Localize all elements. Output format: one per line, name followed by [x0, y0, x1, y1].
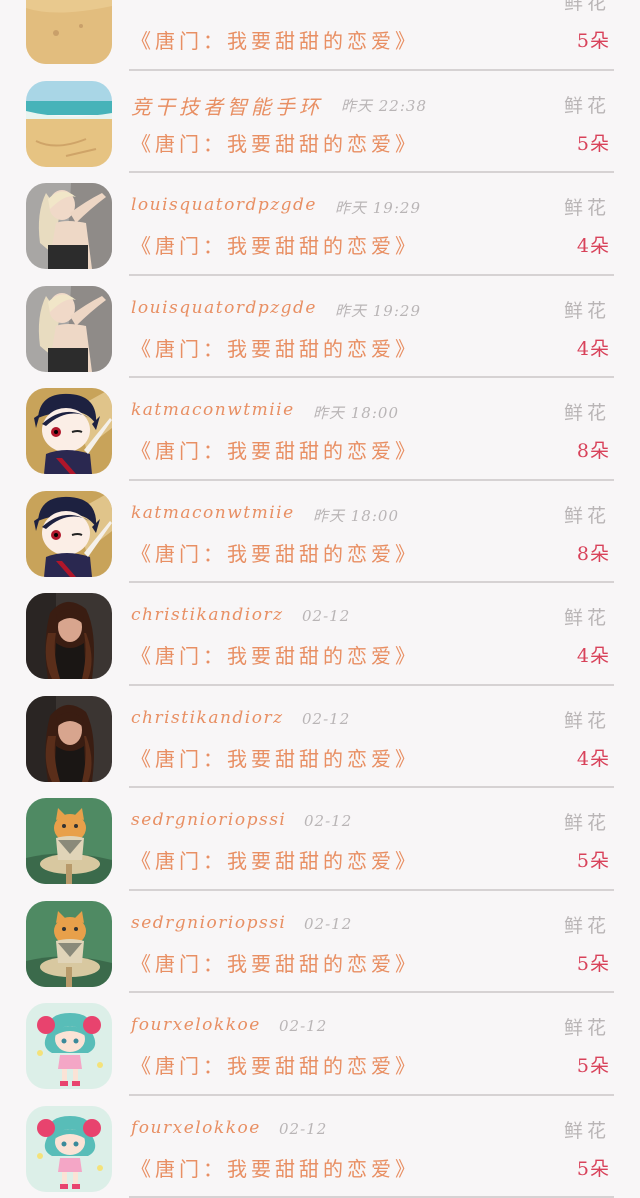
gift-record-list: 鲜花《唐门：我要甜甜的恋爱》5朵竞干技者智能手环昨天 22:38鲜花《唐门：我要…	[0, 0, 640, 1198]
drama-title[interactable]: 《唐门：我要甜甜的恋爱》	[131, 1153, 419, 1182]
flower-count: 5朵	[577, 1154, 610, 1181]
drama-title[interactable]: 《唐门：我要甜甜的恋爱》	[131, 435, 419, 464]
gift-type-label: 鲜花	[564, 0, 610, 15]
user-name[interactable]: christikandiorz	[131, 605, 284, 625]
beach-sand-avatar-image	[26, 0, 112, 64]
user-name[interactable]: 竞干技者智能手环	[131, 91, 323, 120]
gift-record-row[interactable]: fourxelokkoe 02-12 鲜花《唐门：我要甜甜的恋爱》 5朵	[0, 993, 640, 1096]
drama-title[interactable]: 《唐门：我要甜甜的恋爱》	[131, 230, 419, 259]
drama-title[interactable]: 《唐门：我要甜甜的恋爱》	[131, 333, 419, 362]
gift-type-label: 鲜花	[564, 1116, 610, 1143]
gift-type-label: 鲜花	[564, 1013, 610, 1040]
flower-count: 4朵	[577, 231, 610, 258]
user-avatar[interactable]	[26, 81, 112, 167]
flower-count: 8朵	[577, 436, 610, 463]
gift-type-label: 鲜花	[564, 706, 610, 733]
gift-type-label: 鲜花	[564, 603, 610, 630]
gift-record-row[interactable]: sedrgnioriopssi 02-12 鲜花《唐门：我要甜甜的恋爱》 5朵	[0, 788, 640, 891]
brunette-woman-avatar-image	[26, 593, 112, 679]
anime-ninja-avatar-image	[26, 491, 112, 577]
gift-record-row[interactable]: christikandiorz 02-12 鲜花《唐门：我要甜甜的恋爱》 4朵	[0, 686, 640, 789]
user-avatar[interactable]	[26, 491, 112, 577]
gift-type-label: 鲜花	[564, 808, 610, 835]
gift-time: 02-12	[304, 812, 352, 830]
gift-record-row[interactable]: louisquatordpzgde 昨天 19:29 鲜花《唐门：我要甜甜的恋爱》 4…	[0, 276, 640, 379]
gift-time: 昨天 18:00	[313, 505, 399, 526]
gift-record-row[interactable]: sedrgnioriopssi 02-12 鲜花《唐门：我要甜甜的恋爱》 5朵	[0, 891, 640, 994]
gift-record-row[interactable]: christikandiorz 02-12 鲜花《唐门：我要甜甜的恋爱》 4朵	[0, 583, 640, 686]
drama-title[interactable]: 《唐门：我要甜甜的恋爱》	[131, 538, 419, 567]
beach-avatar-image	[26, 81, 112, 167]
anime-ninja-avatar-image	[26, 388, 112, 474]
drama-title[interactable]: 《唐门：我要甜甜的恋爱》	[131, 1050, 419, 1079]
flower-count: 5朵	[577, 1051, 610, 1078]
user-avatar[interactable]	[26, 696, 112, 782]
drama-title[interactable]: 《唐门：我要甜甜的恋爱》	[131, 25, 419, 54]
gift-record-row[interactable]: 鲜花《唐门：我要甜甜的恋爱》 5朵	[0, 0, 640, 71]
user-avatar[interactable]	[26, 798, 112, 884]
drama-title[interactable]: 《唐门：我要甜甜的恋爱》	[131, 128, 419, 157]
gift-time: 02-12	[302, 710, 350, 728]
gift-type-label: 鲜花	[564, 296, 610, 323]
gift-record-row[interactable]: louisquatordpzgde 昨天 19:29 鲜花《唐门：我要甜甜的恋爱》 4…	[0, 173, 640, 276]
gift-record-row[interactable]: 竞干技者智能手环昨天 22:38 鲜花《唐门：我要甜甜的恋爱》 5朵	[0, 71, 640, 174]
user-name[interactable]: christikandiorz	[131, 708, 284, 728]
gift-type-label: 鲜花	[564, 398, 610, 425]
flower-count: 4朵	[577, 334, 610, 361]
drama-title[interactable]: 《唐门：我要甜甜的恋爱》	[131, 845, 419, 874]
drama-title[interactable]: 《唐门：我要甜甜的恋爱》	[131, 743, 419, 772]
flower-count: 5朵	[577, 949, 610, 976]
flower-count: 8朵	[577, 539, 610, 566]
user-avatar[interactable]	[26, 901, 112, 987]
user-name[interactable]: sedrgnioriopssi	[131, 913, 286, 933]
gift-time: 昨天 19:29	[335, 197, 421, 218]
user-name[interactable]: louisquatordpzgde	[131, 195, 317, 215]
gift-time: 昨天 22:38	[341, 95, 427, 116]
brunette-woman-avatar-image	[26, 696, 112, 782]
cat-painting-avatar-image	[26, 901, 112, 987]
gift-record-row[interactable]: katmaconwtmiie 昨天 18:00 鲜花《唐门：我要甜甜的恋爱》 8朵	[0, 378, 640, 481]
user-name[interactable]: fourxelokkoe	[131, 1015, 261, 1035]
chibi-girl-avatar-image	[26, 1106, 112, 1192]
user-avatar[interactable]	[26, 593, 112, 679]
gift-type-label: 鲜花	[564, 911, 610, 938]
gift-type-label: 鲜花	[564, 193, 610, 220]
user-avatar[interactable]	[26, 0, 112, 64]
flower-count: 4朵	[577, 641, 610, 668]
gift-time: 02-12	[279, 1120, 327, 1138]
flower-count: 5朵	[577, 129, 610, 156]
user-name[interactable]: katmaconwtmiie	[131, 400, 295, 420]
blonde-woman-avatar-image	[26, 183, 112, 269]
gift-time: 昨天 18:00	[313, 402, 399, 423]
blonde-woman-avatar-image	[26, 286, 112, 372]
gift-time: 昨天 19:29	[335, 300, 421, 321]
gift-type-label: 鲜花	[564, 91, 610, 118]
gift-type-label: 鲜花	[564, 501, 610, 528]
flower-count: 5朵	[577, 846, 610, 873]
drama-title[interactable]: 《唐门：我要甜甜的恋爱》	[131, 948, 419, 977]
chibi-girl-avatar-image	[26, 1003, 112, 1089]
flower-count: 5朵	[577, 26, 610, 53]
user-avatar[interactable]	[26, 183, 112, 269]
user-name[interactable]: louisquatordpzgde	[131, 298, 317, 318]
gift-time: 02-12	[302, 607, 350, 625]
gift-time: 02-12	[304, 915, 352, 933]
user-name[interactable]: katmaconwtmiie	[131, 503, 295, 523]
gift-record-row[interactable]: fourxelokkoe 02-12 鲜花《唐门：我要甜甜的恋爱》 5朵	[0, 1096, 640, 1198]
drama-title[interactable]: 《唐门：我要甜甜的恋爱》	[131, 640, 419, 669]
user-avatar[interactable]	[26, 388, 112, 474]
gift-time: 02-12	[279, 1017, 327, 1035]
user-avatar[interactable]	[26, 286, 112, 372]
gift-record-row[interactable]: katmaconwtmiie 昨天 18:00 鲜花《唐门：我要甜甜的恋爱》 8朵	[0, 481, 640, 584]
user-name[interactable]: fourxelokkoe	[131, 1118, 261, 1138]
user-avatar[interactable]	[26, 1003, 112, 1089]
user-name[interactable]: sedrgnioriopssi	[131, 810, 286, 830]
flower-count: 4朵	[577, 744, 610, 771]
user-avatar[interactable]	[26, 1106, 112, 1192]
cat-painting-avatar-image	[26, 798, 112, 884]
